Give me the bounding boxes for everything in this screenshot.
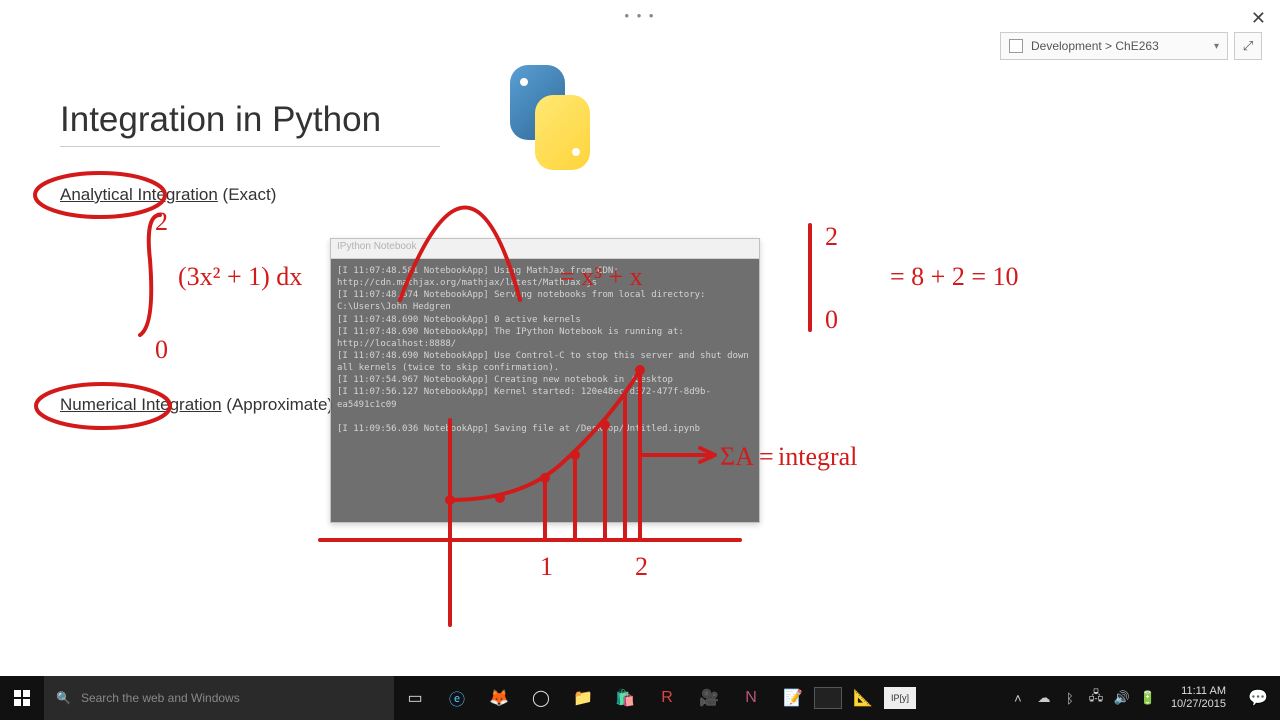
section-analytical[interactable]: Analytical Integration (Exact) bbox=[60, 185, 276, 205]
close-button[interactable]: ✕ bbox=[1247, 4, 1270, 33]
matlab-icon[interactable]: 📐 bbox=[842, 676, 884, 720]
section-analytical-underlined: Analytical Integration bbox=[60, 185, 218, 204]
clock[interactable]: 11:11 AM 10/27/2015 bbox=[1161, 685, 1236, 711]
edge-icon[interactable]: ⓔ bbox=[436, 676, 478, 720]
section-numerical-underlined: Numerical Integration bbox=[60, 395, 222, 414]
tray-battery-icon[interactable]: 🔋 bbox=[1135, 676, 1161, 720]
notepad-icon[interactable]: 📝 bbox=[772, 676, 814, 720]
python-logo bbox=[490, 60, 605, 175]
taskbar: 🔍 Search the web and Windows ▭ ⓔ 🦊 ◯ 📁 🛍… bbox=[0, 676, 1280, 720]
notification-center-icon[interactable]: 💬 bbox=[1236, 676, 1280, 720]
store-icon[interactable]: 🛍️ bbox=[604, 676, 646, 720]
onenote-window: • • • ✕ Development > ChE263 ▾ ⤢ Integra… bbox=[0, 0, 1280, 676]
explorer-icon[interactable]: 📁 bbox=[562, 676, 604, 720]
clock-date: 10/27/2015 bbox=[1171, 698, 1226, 711]
svg-text:0: 0 bbox=[825, 305, 838, 334]
fullscreen-button[interactable]: ⤢ bbox=[1234, 32, 1262, 60]
cmd-icon[interactable] bbox=[814, 687, 842, 709]
svg-text:= 8 + 2 = 10: = 8 + 2 = 10 bbox=[890, 262, 1019, 291]
search-box[interactable]: 🔍 Search the web and Windows bbox=[44, 676, 394, 720]
tray-network-icon[interactable]: 🖧 bbox=[1083, 676, 1109, 720]
tray-chevron-icon[interactable]: ˄ bbox=[1005, 676, 1031, 720]
tray-cloud-icon[interactable]: ☁ bbox=[1031, 676, 1057, 720]
clock-time: 11:11 AM bbox=[1171, 685, 1226, 698]
search-placeholder: Search the web and Windows bbox=[81, 691, 240, 705]
system-tray: ˄ ☁ ᛒ 🖧 🔊 🔋 11:11 AM 10/27/2015 💬 bbox=[1005, 676, 1280, 720]
search-icon: 🔍 bbox=[56, 691, 71, 705]
onenote-icon[interactable]: N bbox=[730, 676, 772, 720]
chevron-down-icon: ▾ bbox=[1214, 41, 1219, 52]
task-view-button[interactable]: ▭ bbox=[394, 676, 436, 720]
start-button[interactable] bbox=[0, 676, 44, 720]
more-dots[interactable]: • • • bbox=[625, 8, 656, 23]
svg-text:2: 2 bbox=[825, 222, 838, 251]
svg-text:integral: integral bbox=[778, 442, 857, 471]
page-title[interactable]: Integration in Python bbox=[60, 100, 440, 147]
notebook-breadcrumb[interactable]: Development > ChE263 ▾ bbox=[1000, 32, 1228, 60]
tray-bluetooth-icon[interactable]: ᛒ bbox=[1057, 676, 1083, 720]
app-r-icon[interactable]: R bbox=[646, 676, 688, 720]
svg-text:0: 0 bbox=[155, 335, 168, 364]
svg-text:(3x² + 1) dx: (3x² + 1) dx bbox=[178, 262, 302, 291]
section-numerical[interactable]: Numerical Integration (Approximate) bbox=[60, 395, 333, 415]
ipython-icon[interactable]: IP[y] bbox=[884, 687, 916, 709]
terminal-titlebar: IPython Notebook bbox=[331, 239, 759, 259]
svg-text:2: 2 bbox=[155, 207, 168, 236]
firefox-icon[interactable]: 🦊 bbox=[478, 676, 520, 720]
section-analytical-rest: (Exact) bbox=[218, 185, 277, 204]
checkbox-icon bbox=[1009, 39, 1023, 53]
breadcrumb-text: Development > ChE263 bbox=[1031, 39, 1206, 53]
camtasia-icon[interactable]: 🎥 bbox=[688, 676, 730, 720]
svg-text:1: 1 bbox=[540, 552, 553, 581]
terminal-window[interactable]: IPython Notebook [I 11:07:48.581 Noteboo… bbox=[330, 238, 760, 523]
tray-volume-icon[interactable]: 🔊 bbox=[1109, 676, 1135, 720]
chrome-icon[interactable]: ◯ bbox=[520, 676, 562, 720]
terminal-body: [I 11:07:48.581 NotebookApp] Using MathJ… bbox=[331, 259, 759, 522]
svg-text:2: 2 bbox=[635, 552, 648, 581]
section-numerical-rest: (Approximate) bbox=[222, 395, 333, 414]
